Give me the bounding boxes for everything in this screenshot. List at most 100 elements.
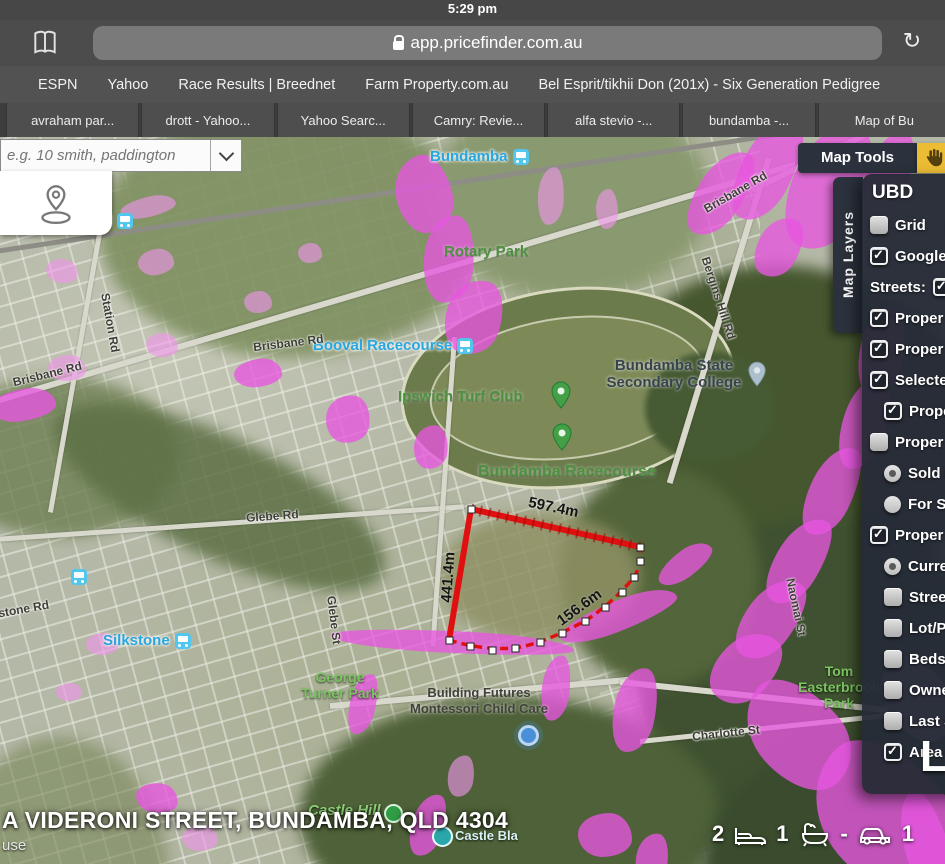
radio-unselected[interactable] bbox=[884, 496, 901, 513]
checkbox-unchecked[interactable] bbox=[870, 433, 888, 451]
label-bundamba-racecourse: Bundamba Racecourse bbox=[478, 463, 656, 481]
layer-row-current[interactable]: Curren bbox=[884, 555, 945, 577]
tab-camry[interactable]: Camry: Revie... bbox=[412, 103, 545, 137]
checkbox-checked[interactable] bbox=[870, 371, 888, 389]
checkbox-unchecked[interactable] bbox=[884, 619, 902, 637]
boundary-curve-edge bbox=[449, 547, 640, 649]
measurement-left: 441.4m bbox=[438, 551, 459, 603]
tab-yahoo-search[interactable]: Yahoo Searc... bbox=[277, 103, 410, 137]
checkbox-checked[interactable] bbox=[870, 526, 888, 544]
label-childcare: Building Futures Montessori Child Care bbox=[386, 685, 572, 716]
address-search bbox=[0, 139, 242, 172]
checkbox-checked[interactable] bbox=[884, 402, 902, 420]
layer-row-selected[interactable]: Selecte bbox=[870, 369, 945, 391]
bed-icon bbox=[733, 822, 767, 846]
radio-selected[interactable] bbox=[884, 465, 901, 482]
checkbox-checked[interactable] bbox=[870, 340, 888, 358]
property-type-partial: use bbox=[2, 837, 26, 854]
bookmark-item[interactable]: Race Results | Breednet bbox=[178, 77, 335, 93]
satellite-map[interactable]: 597.4m 441.4m 156.6m Bundamba Booval Boo… bbox=[0, 137, 945, 864]
layer-row-forsale[interactable]: For Sa bbox=[884, 493, 945, 515]
property-address: A VIDERONI STREET, BUNDAMBA, QLD 4304 bbox=[2, 807, 508, 834]
bath-icon bbox=[798, 821, 832, 847]
tab-bar: avraham par... drott - Yahoo... Yahoo Se… bbox=[0, 103, 945, 137]
layer-row-lastsale[interactable]: Last S bbox=[884, 710, 945, 732]
address-bar-row: app.pricefinder.com.au ↻ bbox=[0, 20, 945, 66]
train-icon bbox=[71, 569, 87, 585]
tab-avraham[interactable]: avraham par... bbox=[6, 103, 139, 137]
layer-row-property-1[interactable]: Proper bbox=[870, 307, 945, 329]
green-map-pin[interactable] bbox=[551, 423, 573, 451]
checkbox-checked[interactable] bbox=[884, 743, 902, 761]
panel-partial-letter: L bbox=[920, 732, 945, 782]
checkbox-unchecked[interactable] bbox=[884, 681, 902, 699]
bookmark-item[interactable]: ESPN bbox=[38, 77, 78, 93]
label-turf-club: Ipswich Turf Club bbox=[398, 388, 523, 405]
reload-icon[interactable]: ↻ bbox=[897, 26, 927, 56]
checkbox-checked[interactable] bbox=[933, 278, 945, 296]
map-layers-panel: UBD Grid Google Streets: Proper Proper S… bbox=[862, 174, 945, 794]
beds-count: 2 bbox=[712, 821, 724, 847]
college-map-pin[interactable] bbox=[747, 361, 767, 387]
green-map-pin[interactable] bbox=[550, 381, 572, 409]
bookmark-item[interactable]: Farm Property.com.au bbox=[365, 77, 508, 93]
layer-row-property-4[interactable]: Proper bbox=[870, 524, 945, 546]
layer-row-google[interactable]: Google bbox=[870, 245, 945, 267]
checkbox-unchecked[interactable] bbox=[884, 588, 902, 606]
layer-row-beds[interactable]: Beds/ bbox=[884, 648, 945, 670]
layer-row-owner[interactable]: Owner bbox=[884, 679, 945, 701]
layer-row-street[interactable]: Street bbox=[884, 586, 945, 608]
train-icon bbox=[117, 213, 133, 229]
tab-bundamba[interactable]: bundamba -... bbox=[682, 103, 815, 137]
url-field[interactable]: app.pricefinder.com.au bbox=[93, 26, 882, 60]
cars-count: - bbox=[841, 821, 848, 847]
property-stats: 2 1 - 1 bbox=[712, 821, 914, 847]
layer-row-streets[interactable]: Streets: bbox=[870, 276, 945, 298]
layer-row-grid[interactable]: Grid bbox=[870, 214, 945, 236]
url-text: app.pricefinder.com.au bbox=[411, 33, 583, 53]
checkbox-checked[interactable] bbox=[870, 309, 888, 327]
layer-row-lotplan[interactable]: Lot/Pl bbox=[884, 617, 945, 639]
chevron-down-icon bbox=[218, 146, 234, 162]
locate-tool-card[interactable] bbox=[0, 171, 112, 235]
train-icon bbox=[513, 149, 529, 165]
search-dropdown[interactable] bbox=[210, 140, 241, 171]
location-dot bbox=[518, 725, 539, 746]
map-pin-tool-icon bbox=[33, 179, 79, 227]
search-input[interactable] bbox=[1, 146, 210, 165]
hand-icon bbox=[923, 147, 945, 169]
map-tools-button[interactable]: Map Tools bbox=[798, 143, 917, 173]
station-label-silkstone: Silkstone bbox=[103, 632, 191, 649]
tab-alfa[interactable]: alfa stevio -... bbox=[547, 103, 680, 137]
train-icon bbox=[457, 338, 473, 354]
pan-tool-button[interactable] bbox=[917, 143, 945, 173]
bookmark-item[interactable]: Yahoo bbox=[108, 77, 149, 93]
clock: 5:29 pm bbox=[448, 1, 497, 16]
trailing-number: 1 bbox=[902, 821, 914, 847]
bookmark-item[interactable]: Bel Esprit/tikhii Don (201x) - Six Gener… bbox=[538, 77, 880, 93]
layer-row-prope[interactable]: Prope bbox=[884, 400, 945, 422]
checkbox-unchecked[interactable] bbox=[884, 712, 902, 730]
layer-row-property-3[interactable]: Proper bbox=[870, 431, 945, 453]
station-label-racecourse: Booval Racecourse bbox=[313, 337, 473, 354]
baths-count: 1 bbox=[776, 821, 788, 847]
layer-row-sold[interactable]: Sold D bbox=[884, 462, 945, 484]
label-college: Bundamba State Secondary College bbox=[598, 357, 750, 392]
tab-drott[interactable]: drott - Yahoo... bbox=[141, 103, 274, 137]
checkbox-unchecked[interactable] bbox=[884, 650, 902, 668]
layer-row-property-2[interactable]: Proper bbox=[870, 338, 945, 360]
checkbox-checked[interactable] bbox=[870, 247, 888, 265]
lock-icon bbox=[393, 41, 404, 50]
radio-selected[interactable] bbox=[884, 558, 901, 575]
checkbox-unchecked[interactable] bbox=[870, 216, 888, 234]
panel-heading: UBD bbox=[872, 182, 945, 204]
bookmarks-icon[interactable] bbox=[30, 29, 60, 57]
park-label-george-turner: George Turner Park bbox=[298, 669, 382, 701]
favorites-bar: ESPN Yahoo Race Results | Breednet Farm … bbox=[0, 66, 945, 103]
map-layers-tab[interactable]: Map Layers bbox=[833, 177, 863, 333]
safari-window: 5:29 pm app.pricefinder.com.au ↻ ESPN Ya… bbox=[0, 0, 945, 864]
status-bar: 5:29 pm bbox=[0, 0, 945, 20]
car-icon bbox=[857, 822, 893, 846]
park-label-rotary: Rotary Park bbox=[444, 243, 528, 260]
tab-map[interactable]: Map of Bu bbox=[818, 103, 945, 137]
